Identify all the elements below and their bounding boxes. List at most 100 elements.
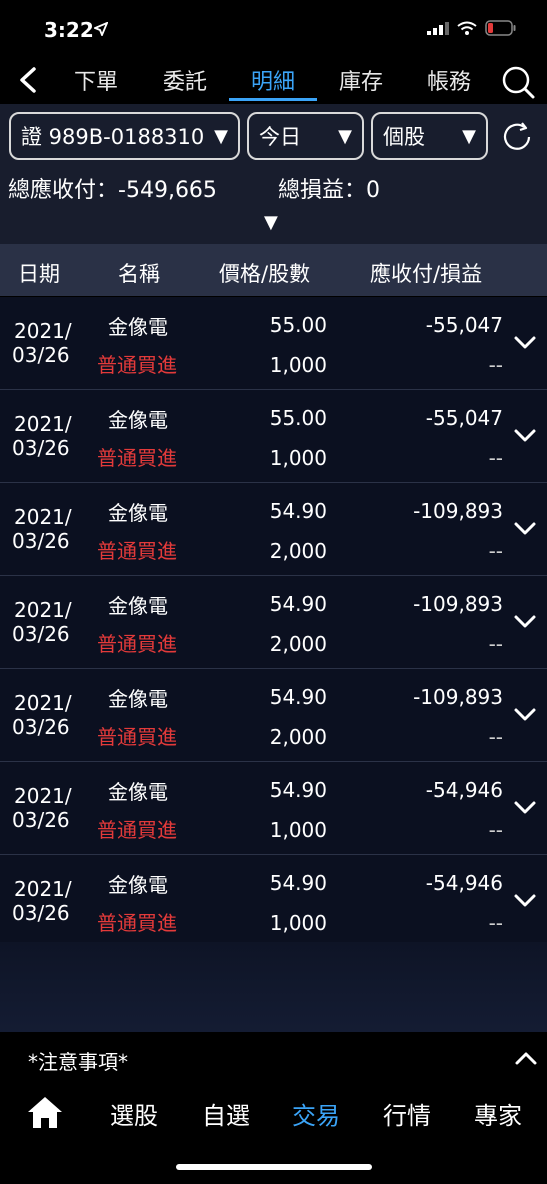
table-row[interactable]: 2021/ 03/26 金像電 普通買進 55.00 1,000 -55,047…: [0, 297, 547, 390]
chevron-down-icon[interactable]: [513, 703, 537, 727]
row-date-day: 03/26: [12, 529, 70, 553]
home-indicator: [176, 1164, 372, 1170]
chevron-up-icon[interactable]: [514, 1048, 538, 1068]
row-quantity: 1,000: [269, 911, 327, 935]
row-stock-name: 金像電: [108, 687, 168, 711]
row-date-year: 2021/: [14, 319, 72, 343]
battery-low-icon: [485, 20, 516, 36]
row-date-year: 2021/: [14, 784, 72, 808]
row-date-day: 03/26: [12, 715, 70, 739]
row-date-day: 03/26: [12, 436, 70, 460]
table-row[interactable]: 2021/ 03/26 金像電 普通買進 54.90 2,000 -109,89…: [0, 483, 547, 576]
table-row[interactable]: 2021/ 03/26 金像電 普通買進 54.90 1,000 -54,946…: [0, 762, 547, 855]
row-date-day: 03/26: [12, 808, 70, 832]
scope-select[interactable]: 個股 ▼: [371, 112, 488, 160]
row-quantity: 2,000: [269, 539, 327, 563]
row-amount: -55,047: [425, 406, 503, 430]
account-select[interactable]: 證 989B-0188310 ▼: [9, 112, 240, 160]
row-quantity: 1,000: [269, 818, 327, 842]
nav-tab-details[interactable]: 明細: [233, 64, 313, 96]
chevron-down-icon[interactable]: [513, 517, 537, 541]
table-row[interactable]: 2021/ 03/26 金像電 普通買進 54.90 2,000 -109,89…: [0, 576, 547, 669]
row-order-type: 普通買進: [97, 353, 177, 377]
row-price: 54.90: [269, 871, 327, 895]
status-time: 3:22: [44, 18, 94, 42]
chevron-down-icon[interactable]: [513, 796, 537, 820]
back-chevron-icon[interactable]: [14, 64, 42, 96]
tab-quotes[interactable]: 行情: [383, 1096, 431, 1131]
table-row[interactable]: 2021/ 03/26 金像電 普通買進 55.00 1,000 -55,047…: [0, 390, 547, 483]
row-pnl: --: [488, 446, 503, 470]
row-amount: -109,893: [413, 499, 503, 523]
row-price: 55.00: [269, 406, 327, 430]
search-icon[interactable]: [500, 64, 536, 100]
header-date: 日期: [18, 262, 60, 286]
row-amount: -109,893: [413, 592, 503, 616]
row-date-day: 03/26: [12, 343, 70, 367]
scope-select-label: 個股: [383, 125, 425, 149]
row-price: 54.90: [269, 592, 327, 616]
expand-summary-icon[interactable]: ▼: [264, 212, 278, 233]
chevron-down-icon[interactable]: [513, 610, 537, 634]
row-date-year: 2021/: [14, 691, 72, 715]
row-pnl: --: [488, 353, 503, 377]
period-select-label: 今日: [259, 125, 301, 149]
row-order-type: 普通買進: [97, 632, 177, 656]
table-row[interactable]: 2021/ 03/26 金像電 普通買進 54.90 1,000 -54,946…: [0, 855, 547, 948]
row-date-day: 03/26: [12, 901, 70, 925]
chevron-down-icon[interactable]: [513, 889, 537, 913]
total-receivable-value: -549,665: [118, 178, 217, 203]
nav-tab-orders[interactable]: 委託: [145, 64, 225, 96]
nav-tab-accounts[interactable]: 帳務: [409, 64, 489, 96]
row-price: 54.90: [269, 685, 327, 709]
row-amount: -55,047: [425, 313, 503, 337]
location-arrow-icon: [94, 22, 108, 36]
total-pnl-label: 總損益：: [278, 178, 367, 203]
period-select[interactable]: 今日 ▼: [247, 112, 364, 160]
row-quantity: 1,000: [269, 446, 327, 470]
row-stock-name: 金像電: [108, 408, 168, 432]
tab-experts[interactable]: 專家: [474, 1096, 522, 1131]
row-pnl: --: [488, 539, 503, 563]
tab-trade[interactable]: 交易: [292, 1096, 340, 1131]
nav-tab-place-order[interactable]: 下單: [56, 64, 136, 96]
row-amount: -54,946: [425, 871, 503, 895]
row-stock-name: 金像電: [108, 873, 168, 897]
total-pnl-value: 0: [366, 178, 381, 203]
row-stock-name: 金像電: [108, 315, 168, 339]
row-amount: -109,893: [413, 685, 503, 709]
account-select-label: 證 989B-0188310: [21, 125, 205, 149]
row-quantity: 2,000: [269, 725, 327, 749]
row-price: 54.90: [269, 778, 327, 802]
row-stock-name: 金像電: [108, 594, 168, 618]
row-amount: -54,946: [425, 778, 503, 802]
table-row[interactable]: 2021/ 03/26 金像電 普通買進 54.90 2,000 -109,89…: [0, 669, 547, 762]
total-receivable: 總應收付：-549,665: [8, 172, 217, 204]
row-date-year: 2021/: [14, 598, 72, 622]
row-price: 55.00: [269, 313, 327, 337]
row-date-year: 2021/: [14, 505, 72, 529]
chevron-down-icon[interactable]: [513, 424, 537, 448]
tab-watchlist[interactable]: 自選: [202, 1096, 250, 1131]
row-pnl: --: [488, 725, 503, 749]
dropdown-triangle-icon: ▼: [462, 125, 476, 147]
tab-stock-picker[interactable]: 選股: [110, 1096, 158, 1131]
row-pnl: --: [488, 818, 503, 842]
transaction-list: 2021/ 03/26 金像電 普通買進 55.00 1,000 -55,047…: [0, 297, 547, 948]
notice-label: *注意事項*: [28, 1050, 128, 1074]
row-pnl: --: [488, 911, 503, 935]
refresh-icon[interactable]: [500, 120, 534, 154]
row-quantity: 1,000: [269, 353, 327, 377]
home-icon[interactable]: [26, 1094, 64, 1130]
header-price-qty: 價格/股數: [219, 262, 311, 286]
nav-tab-inventory[interactable]: 庫存: [321, 64, 401, 96]
row-pnl: --: [488, 632, 503, 656]
total-receivable-label: 總應收付：: [8, 178, 119, 203]
wifi-icon: [457, 21, 477, 35]
row-order-type: 普通買進: [97, 911, 177, 935]
chevron-down-icon[interactable]: [513, 331, 537, 355]
active-tab-indicator: [229, 98, 317, 101]
total-pnl: 總損益：0: [278, 172, 380, 204]
row-date-day: 03/26: [12, 622, 70, 646]
row-order-type: 普通買進: [97, 446, 177, 470]
